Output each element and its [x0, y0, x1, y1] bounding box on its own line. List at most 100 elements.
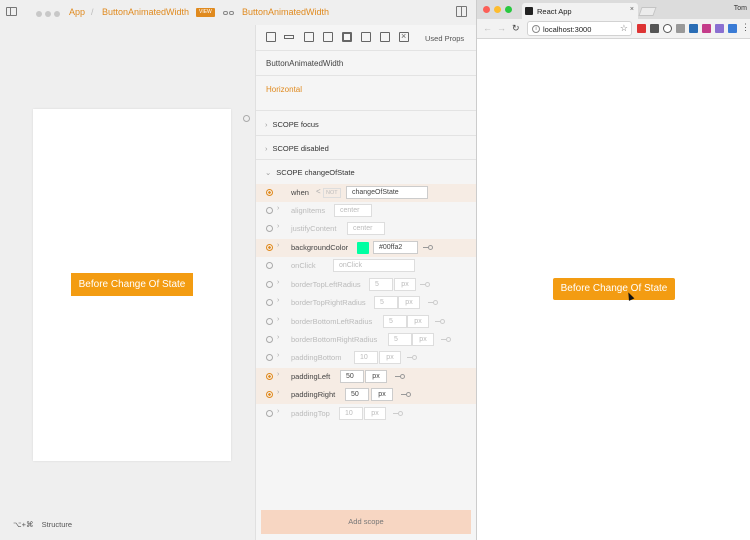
close-icon[interactable]: × — [399, 31, 409, 42]
maximize-window-icon[interactable] — [505, 6, 512, 13]
chevron-right-icon[interactable]: › — [277, 205, 279, 212]
structure-toggle[interactable]: ⌥+⌘ Structure — [13, 520, 72, 529]
chevron-right-icon[interactable]: › — [277, 242, 279, 249]
prop-value-input[interactable]: #00ffa2 — [373, 241, 418, 254]
prop-radio[interactable] — [266, 391, 273, 398]
toggle-icon[interactable] — [435, 319, 446, 324]
chevron-right-icon[interactable]: › — [277, 352, 279, 359]
chevron-right-icon[interactable]: › — [277, 371, 279, 378]
menu-icon[interactable]: ⋮ — [741, 22, 750, 33]
address-bar[interactable]: i localhost:3000 ☆ — [527, 21, 632, 36]
toggle-icon[interactable] — [407, 355, 418, 360]
used-props-toggle[interactable]: Used Props — [425, 34, 464, 43]
chevron-right-icon[interactable]: › — [277, 223, 279, 230]
frame-icon[interactable] — [342, 32, 352, 42]
toggle-icon[interactable] — [428, 300, 439, 305]
scope-focus[interactable]: › SCOPE focus — [265, 120, 319, 129]
prop-radio[interactable] — [266, 336, 273, 343]
extension-mail-icon[interactable] — [650, 24, 659, 33]
scope-disabled[interactable]: › SCOPE disabled — [265, 144, 329, 153]
when-input[interactable]: changeOfState — [346, 186, 428, 199]
clipboard-icon[interactable] — [323, 32, 333, 42]
prop-radio[interactable] — [266, 354, 273, 361]
list-icon[interactable] — [361, 32, 371, 42]
prop-value-input[interactable]: center — [334, 204, 372, 217]
chevron-right-icon[interactable]: › — [277, 389, 279, 396]
chevron-right-icon[interactable]: › — [277, 316, 279, 323]
toggle-icon[interactable] — [395, 374, 406, 379]
extension-circle-icon[interactable] — [663, 24, 672, 33]
breadcrumb-app[interactable]: App — [69, 7, 85, 17]
prop-radio[interactable] — [266, 410, 273, 417]
variant-label[interactable]: Horizontal — [266, 85, 302, 94]
close-window-icon[interactable] — [483, 6, 490, 13]
prop-radio[interactable] — [266, 225, 273, 232]
minimize-window-icon[interactable] — [494, 6, 501, 13]
toggle-icon[interactable] — [441, 337, 452, 342]
toggle-icon[interactable] — [401, 392, 412, 397]
back-icon[interactable]: ← — [483, 23, 492, 33]
prop-value-input[interactable]: onClick — [333, 259, 415, 272]
unit-select[interactable]: px — [407, 315, 429, 328]
unit-select[interactable]: px — [371, 388, 393, 401]
chevron-right-icon[interactable]: › — [277, 297, 279, 304]
new-tab-button[interactable] — [638, 7, 657, 16]
unit-select[interactable]: px — [365, 370, 387, 383]
tab-close-icon[interactable]: × — [630, 6, 634, 13]
profile-name[interactable]: Tom — [734, 5, 747, 12]
prop-value-input[interactable]: 5 — [374, 296, 398, 309]
collapse-icon[interactable]: < — [316, 187, 321, 196]
chevron-right-icon[interactable]: › — [277, 334, 279, 341]
browser-tab[interactable]: React App × — [522, 3, 638, 19]
prop-value-input[interactable]: 50 — [345, 388, 369, 401]
prop-radio[interactable] — [266, 207, 273, 214]
extension-wand-icon[interactable] — [702, 24, 711, 33]
bookmark-star-icon[interactable]: ☆ — [620, 23, 628, 34]
toggle-icon[interactable] — [423, 245, 434, 250]
prop-value-input[interactable]: 5 — [369, 278, 393, 291]
prop-radio[interactable] — [266, 244, 273, 251]
prop-value-input[interactable]: 10 — [339, 407, 363, 420]
scope-changeofstate[interactable]: ⌄ SCOPE changeOfState — [265, 168, 355, 177]
unit-select[interactable]: px — [364, 407, 386, 420]
canvas-radio-icon[interactable] — [243, 115, 250, 122]
not-toggle[interactable]: NOT — [323, 188, 341, 198]
extension-t-icon[interactable] — [689, 24, 698, 33]
chevron-right-icon[interactable]: › — [277, 408, 279, 415]
toggle-icon[interactable] — [420, 282, 431, 287]
prop-radio[interactable] — [266, 299, 273, 306]
toggle-icon[interactable] — [393, 411, 404, 416]
prop-radio[interactable] — [266, 281, 273, 288]
color-swatch[interactable] — [357, 242, 369, 254]
prop-value-input[interactable]: center — [347, 222, 385, 235]
prop-radio[interactable] — [266, 373, 273, 380]
extension-d-icon[interactable] — [728, 24, 737, 33]
chevron-right-icon[interactable]: › — [277, 279, 279, 286]
breadcrumb-component[interactable]: ButtonAnimatedWidth — [102, 7, 189, 17]
unit-select[interactable]: px — [379, 351, 401, 364]
prop-value-input[interactable]: 5 — [388, 333, 412, 346]
forward-icon[interactable]: → — [497, 23, 506, 33]
sidebar-toggle-icon[interactable] — [6, 7, 17, 16]
add-icon[interactable] — [266, 32, 276, 42]
prop-radio[interactable] — [266, 262, 273, 269]
rendered-app-button[interactable]: Before Change Of State — [553, 278, 675, 300]
extension-icon[interactable] — [637, 24, 646, 33]
copy-icon[interactable] — [304, 32, 314, 42]
unit-select[interactable]: px — [394, 278, 416, 291]
canvas-preview-button[interactable]: Before Change Of State — [71, 273, 193, 296]
unit-select[interactable]: px — [412, 333, 434, 346]
linked-component-name[interactable]: ButtonAnimatedWidth — [242, 7, 329, 17]
prop-value-input[interactable]: 50 — [340, 370, 364, 383]
panel-toggle-icon[interactable] — [456, 6, 467, 17]
unit-select[interactable]: px — [398, 296, 420, 309]
info-icon[interactable]: i — [532, 25, 540, 33]
prop-radio[interactable] — [266, 189, 273, 196]
prop-value-input[interactable]: 10 — [354, 351, 378, 364]
columns-icon[interactable] — [380, 32, 390, 42]
add-scope-button[interactable]: Add scope — [261, 510, 471, 534]
reload-icon[interactable]: ↻ — [512, 23, 520, 34]
prop-value-input[interactable]: 5 — [383, 315, 407, 328]
insert-icon[interactable] — [284, 32, 294, 42]
extension-puzzle-icon[interactable] — [715, 24, 724, 33]
